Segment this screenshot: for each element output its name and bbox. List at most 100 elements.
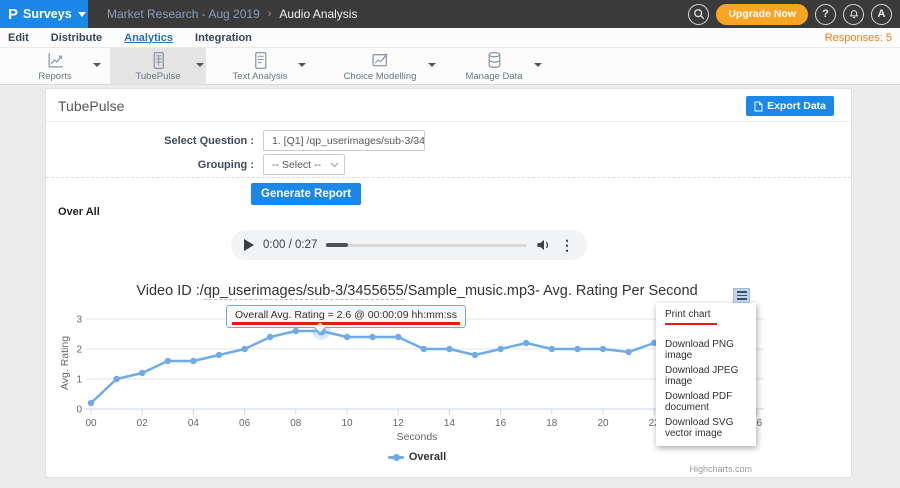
nav-item-integration[interactable]: Integration xyxy=(195,32,252,44)
menu-item-download-png[interactable]: Download PNG image xyxy=(656,337,756,363)
svg-text:12: 12 xyxy=(393,418,405,429)
avatar[interactable]: A xyxy=(871,4,892,25)
upgrade-now-button[interactable]: Upgrade Now xyxy=(716,4,808,25)
menu-item-print-chart[interactable]: Print chart xyxy=(656,307,756,322)
bell-icon xyxy=(848,8,860,20)
menu-item-download-svg[interactable]: Download SVG vector image xyxy=(656,415,756,441)
chart-context-menu: Print chart Download PNG image Download … xyxy=(656,303,756,446)
tubepulse-icon xyxy=(149,51,168,70)
svg-text:1: 1 xyxy=(76,375,82,386)
svg-text:10: 10 xyxy=(341,418,353,429)
export-data-button[interactable]: Export Data xyxy=(746,96,834,116)
kebab-menu-icon[interactable]: ⋮ xyxy=(560,238,574,252)
legend-marker xyxy=(388,456,404,459)
panel-title: TubePulse xyxy=(58,98,124,114)
search-button[interactable] xyxy=(688,4,709,25)
menu-separator xyxy=(656,325,756,337)
responses-count: Responses: 5 xyxy=(825,32,892,44)
notifications-button[interactable] xyxy=(843,4,864,25)
legend-item-overall[interactable]: Overall xyxy=(56,451,778,463)
breadcrumb: Market Research - Aug 2019 › Audio Analy… xyxy=(107,0,357,28)
tool-choice-modelling[interactable]: Choice Modelling xyxy=(338,51,422,82)
svg-text:02: 02 xyxy=(137,418,149,429)
chevron-down-icon xyxy=(330,162,339,168)
tool-tubepulse[interactable]: TubePulse xyxy=(120,51,196,82)
content-area: TubePulse Export Data Select Question : … xyxy=(0,85,900,488)
overall-section-label: Over All xyxy=(58,206,100,218)
reports-dropdown-caret[interactable] xyxy=(93,63,101,67)
tool-label: Manage Data xyxy=(458,71,530,82)
play-icon[interactable] xyxy=(244,239,254,251)
breadcrumb-current: Audio Analysis xyxy=(279,7,357,21)
export-data-label: Export Data xyxy=(767,100,826,112)
tool-reports[interactable]: Reports xyxy=(22,51,88,82)
svg-text:06: 06 xyxy=(239,418,251,429)
legend-label: Overall xyxy=(409,451,446,463)
product-name: Surveys xyxy=(23,7,72,21)
avg-rating-chart: Video ID :/qp_userimages/sub-3/3455655/S… xyxy=(56,279,778,479)
surveys-product-menu[interactable]: P Surveys xyxy=(0,0,88,28)
survey-nav: Edit Distribute Analytics Integration Re… xyxy=(0,28,900,48)
chart-context-menu-button[interactable] xyxy=(733,288,750,303)
menu-item-download-pdf[interactable]: Download PDF document xyxy=(656,389,756,415)
choice-modelling-icon xyxy=(371,51,390,70)
choice-modelling-dropdown-caret[interactable] xyxy=(428,63,436,67)
divider xyxy=(46,177,851,178)
line-chart-icon xyxy=(46,51,65,70)
grouping-label: Grouping : xyxy=(46,159,254,171)
audio-player: 0:00 / 0:27 ⋮ xyxy=(231,230,587,260)
question-select[interactable]: 1. [Q1] /qp_userimages/sub-3/3455655/S..… xyxy=(263,130,425,151)
svg-text:3: 3 xyxy=(76,315,82,326)
svg-text:16: 16 xyxy=(495,418,507,429)
svg-text:0: 0 xyxy=(76,405,82,416)
panel-header: TubePulse Export Data xyxy=(46,89,851,122)
svg-text:2: 2 xyxy=(76,345,82,356)
select-question-label: Select Question : xyxy=(46,135,254,147)
svg-text:00: 00 xyxy=(85,418,97,429)
y-axis-title: Avg. Rating xyxy=(59,328,71,398)
text-analysis-dropdown-caret[interactable] xyxy=(298,63,306,67)
grouping-select[interactable]: -- Select -- xyxy=(263,154,345,175)
svg-text:08: 08 xyxy=(290,418,302,429)
svg-text:14: 14 xyxy=(444,418,456,429)
help-button[interactable]: ? xyxy=(815,4,836,25)
audio-seek-bar[interactable] xyxy=(326,244,527,247)
nav-item-distribute[interactable]: Distribute xyxy=(51,32,102,44)
question-select-value: 1. [Q1] /qp_userimages/sub-3/3455655/S..… xyxy=(272,135,425,147)
breadcrumb-separator: › xyxy=(268,8,272,20)
svg-text:20: 20 xyxy=(597,418,609,429)
analytics-toolbar: Reports TubePulse Text Analysis Choice M… xyxy=(0,48,900,85)
breadcrumb-parent[interactable]: Market Research - Aug 2019 xyxy=(107,7,260,21)
audio-time: 0:00 / 0:27 xyxy=(263,239,317,251)
volume-icon[interactable] xyxy=(536,238,551,252)
chart-tooltip: Overall Avg. Rating = 2.6 @ 00:00:09 hh:… xyxy=(226,305,466,328)
chevron-down-icon xyxy=(410,138,419,144)
document-icon xyxy=(754,101,763,112)
audio-played-segment xyxy=(326,243,348,247)
text-analysis-icon xyxy=(251,51,270,70)
nav-item-analytics[interactable]: Analytics xyxy=(124,32,173,44)
svg-text:04: 04 xyxy=(188,418,200,429)
manage-data-dropdown-caret[interactable] xyxy=(534,63,542,67)
hamburger-icon xyxy=(737,291,747,293)
tool-label: Reports xyxy=(22,71,88,82)
menu-item-download-jpeg[interactable]: Download JPEG image xyxy=(656,363,756,389)
top-bar: P Surveys Market Research - Aug 2019 › A… xyxy=(0,0,900,28)
tool-label: Text Analysis xyxy=(224,71,296,82)
red-underline-annotation xyxy=(232,322,460,325)
svg-text:18: 18 xyxy=(546,418,558,429)
nav-item-edit[interactable]: Edit xyxy=(8,32,29,44)
tool-label: TubePulse xyxy=(120,71,196,82)
grouping-select-value: -- Select -- xyxy=(272,159,321,171)
tool-manage-data[interactable]: Manage Data xyxy=(458,51,530,82)
tubepulse-dropdown-caret[interactable] xyxy=(196,63,204,67)
tubepulse-panel: TubePulse Export Data Select Question : … xyxy=(45,88,852,478)
tooltip-text: Overall Avg. Rating = 2.6 @ 00:00:09 hh:… xyxy=(235,309,457,321)
tool-label: Choice Modelling xyxy=(338,71,422,82)
tool-text-analysis[interactable]: Text Analysis xyxy=(224,51,296,82)
highcharts-credits[interactable]: Highcharts.com xyxy=(689,464,752,474)
chevron-down-icon xyxy=(78,12,86,17)
top-actions: Upgrade Now ? A xyxy=(688,0,892,28)
questionpro-logo: P xyxy=(8,7,18,22)
generate-report-button[interactable]: Generate Report xyxy=(251,183,361,205)
